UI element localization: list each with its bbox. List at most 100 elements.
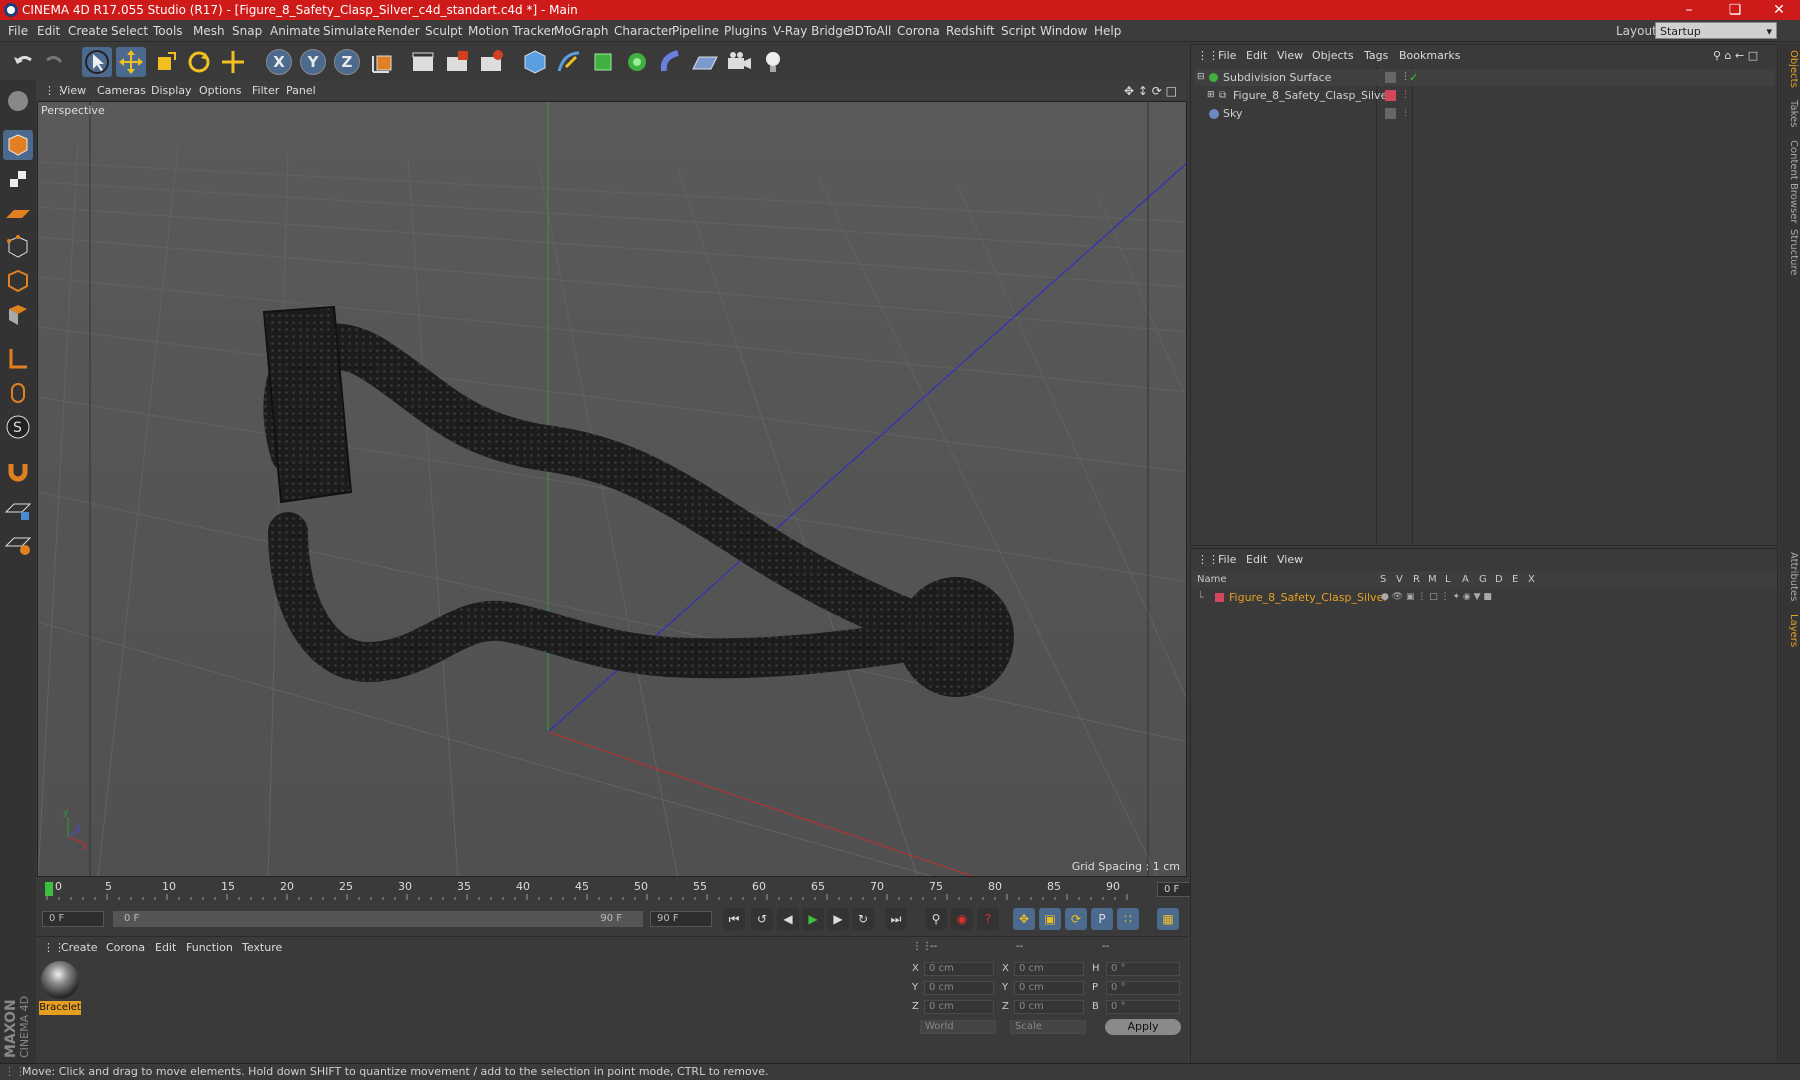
rot-h-field[interactable]: 0 ° — [1106, 962, 1180, 976]
next-frame-button[interactable]: ▶ — [827, 908, 849, 930]
object-name[interactable]: Subdivision Surface — [1223, 69, 1331, 86]
model-mode-button[interactable] — [3, 130, 33, 160]
menu-character[interactable]: Character — [614, 24, 673, 38]
workplane-mode-button[interactable] — [3, 198, 33, 228]
key-scale-button[interactable]: ▣ — [1039, 908, 1061, 930]
y-axis-toggle[interactable]: Y — [300, 49, 326, 75]
workplane-lock-button[interactable] — [3, 494, 33, 524]
object-menu-bookmarks[interactable]: Bookmarks — [1399, 49, 1460, 62]
render-settings-button[interactable] — [476, 47, 506, 77]
enabled-check-icon[interactable]: ✓ — [1409, 69, 1418, 86]
timeline-window-button[interactable]: ▦ — [1157, 908, 1179, 930]
axis-mode-button[interactable] — [3, 344, 33, 374]
size-z-field[interactable]: 0 cm — [1014, 1000, 1084, 1014]
viewport-menu-cameras[interactable]: Cameras — [97, 84, 146, 97]
texture-mode-button[interactable] — [3, 164, 33, 194]
object-menu-objects[interactable]: Objects — [1312, 49, 1354, 62]
floor-button[interactable] — [690, 47, 720, 77]
move-tool-button[interactable] — [116, 47, 146, 77]
snap-button[interactable] — [3, 456, 33, 486]
menu-pipeline[interactable]: Pipeline — [672, 24, 719, 38]
next-key-button[interactable]: ↻ — [852, 908, 874, 930]
key-pla-button[interactable]: ∷ — [1117, 908, 1139, 930]
autokey-button[interactable]: ? — [977, 908, 999, 930]
column-view[interactable]: V — [1396, 574, 1403, 585]
goto-start-button[interactable]: ⏮ — [723, 908, 745, 930]
layer-color-icon[interactable] — [1385, 90, 1396, 101]
render-region-button[interactable] — [442, 47, 472, 77]
undo-button[interactable] — [8, 47, 38, 77]
column-render[interactable]: R — [1413, 574, 1420, 585]
coordinate-mode-select[interactable]: World — [920, 1020, 996, 1034]
pos-y-field[interactable]: 0 cm — [924, 981, 994, 995]
material-menu-function[interactable]: Function — [186, 941, 233, 954]
object-menu-edit[interactable]: Edit — [1246, 49, 1267, 62]
transform-tool-button[interactable] — [218, 47, 248, 77]
layer-name[interactable]: Figure_8_Safety_Clasp_Silver — [1229, 589, 1388, 606]
object-row[interactable]: ⊟ Subdivision Surface ⋮ ✓ — [1195, 69, 1775, 86]
scale-tool-button[interactable] — [150, 47, 180, 77]
menu-create[interactable]: Create — [68, 24, 108, 38]
menu-file[interactable]: File — [8, 24, 28, 38]
rotate-tool-button[interactable] — [184, 47, 214, 77]
object-menu-tags[interactable]: Tags — [1364, 49, 1388, 62]
viewport-menu-panel[interactable]: Panel — [286, 84, 316, 97]
material-menu-edit[interactable]: Edit — [155, 941, 176, 954]
maximize-button[interactable]: ❏ — [1712, 0, 1758, 20]
play-button[interactable]: ▶ — [802, 908, 824, 930]
size-mode-select[interactable]: Scale — [1010, 1020, 1086, 1034]
menu-render[interactable]: Render — [377, 24, 420, 38]
perspective-viewport[interactable]: y z x Perspective Grid Spacing : 1 cm — [37, 101, 1187, 877]
viewport-menu-display[interactable]: Display — [151, 84, 192, 97]
tab-takes[interactable]: Takes — [1781, 100, 1799, 127]
menu-corona[interactable]: Corona — [897, 24, 940, 38]
coordinate-system-button[interactable] — [368, 47, 398, 77]
tab-content-browser[interactable]: Content Browser — [1781, 140, 1799, 223]
key-parameter-button[interactable]: P — [1091, 908, 1113, 930]
pos-z-field[interactable]: 0 cm — [924, 1000, 994, 1014]
column-deformers[interactable]: D — [1495, 574, 1503, 585]
menu-sculpt[interactable]: Sculpt — [425, 24, 462, 38]
object-manager-nav-icons[interactable]: ⚲ ⌂ ← □ — [1713, 49, 1758, 62]
tweak-mode-button[interactable] — [3, 378, 33, 408]
x-axis-toggle[interactable]: X — [266, 49, 292, 75]
visibility-dots-icon[interactable]: ⋮ — [1401, 105, 1410, 122]
record-active-button[interactable]: ◉ — [951, 908, 973, 930]
size-y-field[interactable]: 0 cm — [1014, 981, 1084, 995]
timeline-ruler[interactable]: 0 5 10 15 20 25 30 35 40 45 50 55 60 65 … — [37, 878, 1219, 902]
tab-objects[interactable]: Objects — [1781, 50, 1799, 88]
object-row[interactable]: ⊞ ⧉ Figure_8_Safety_Clasp_Silver ⋮ — [1195, 87, 1775, 104]
layer-menu-file[interactable]: File — [1218, 553, 1236, 566]
menu-vray-bridge[interactable]: V-Ray Bridge — [773, 24, 850, 38]
layer-tag-icon[interactable] — [1385, 108, 1396, 119]
column-animation[interactable]: A — [1462, 574, 1469, 585]
size-x-field[interactable]: 0 cm — [1014, 962, 1084, 976]
menu-window[interactable]: Window — [1040, 24, 1087, 38]
layer-menu-view[interactable]: View — [1277, 553, 1303, 566]
viewport-menu-filter[interactable]: Filter — [252, 84, 279, 97]
column-locked[interactable]: L — [1445, 574, 1451, 585]
spline-pen-button[interactable] — [554, 47, 584, 77]
material-menu-create[interactable]: Create — [61, 941, 98, 954]
visibility-dots-icon[interactable]: ⋮ — [1401, 87, 1410, 104]
grid-snap-button[interactable] — [3, 528, 33, 558]
layer-row[interactable]: └ Figure_8_Safety_Clasp_Silver ● 👁 ▣ ⋮ □… — [1195, 589, 1775, 606]
solo-mode-button[interactable]: S — [3, 412, 33, 442]
viewport-menu-view[interactable]: View — [60, 84, 86, 97]
layer-tag-icon[interactable] — [1385, 72, 1396, 83]
key-rotation-button[interactable]: ⟳ — [1065, 908, 1087, 930]
menu-mesh[interactable]: Mesh — [193, 24, 225, 38]
material-name-label[interactable]: Bracelet — [39, 1001, 81, 1015]
edges-mode-button[interactable] — [3, 266, 33, 296]
previous-key-button[interactable]: ↺ — [751, 908, 773, 930]
close-button[interactable]: ✕ — [1756, 0, 1800, 20]
collapse-icon[interactable]: ⊟ — [1197, 69, 1205, 86]
layout-select[interactable]: Startup ▾ — [1655, 22, 1777, 39]
menu-mograph[interactable]: MoGraph — [554, 24, 609, 38]
tab-structure[interactable]: Structure — [1781, 229, 1799, 276]
tab-layers[interactable]: Layers — [1781, 614, 1799, 647]
menu-redshift[interactable]: Redshift — [946, 24, 995, 38]
material-menu-texture[interactable]: Texture — [242, 941, 282, 954]
menu-edit[interactable]: Edit — [37, 24, 60, 38]
make-editable-button[interactable] — [3, 86, 33, 116]
